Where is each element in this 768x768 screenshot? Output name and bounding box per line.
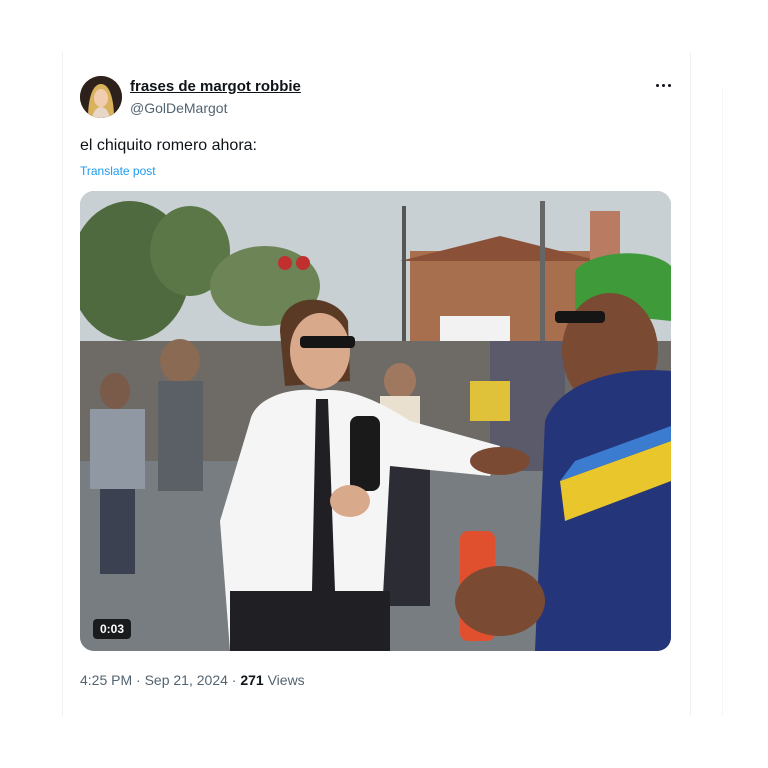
post-text: el chiquito romero ahora: <box>80 137 257 154</box>
views-count: 271 <box>240 672 264 688</box>
user-display-name[interactable]: frases de margot robbie <box>130 78 301 95</box>
post-time[interactable]: 4:25 PM <box>80 672 132 688</box>
video-duration-badge: 0:03 <box>93 619 132 639</box>
frame-divider-right-outer <box>722 86 723 716</box>
meta-separator: · <box>231 672 237 688</box>
video-frame <box>80 191 671 651</box>
views-label: Views <box>267 672 305 688</box>
meta-separator: · <box>136 672 141 688</box>
translate-post-link[interactable]: Translate post <box>80 164 156 178</box>
more-options-button[interactable] <box>652 74 674 96</box>
frame-divider-left <box>62 52 63 716</box>
avatar[interactable] <box>80 76 122 118</box>
post-meta: 4:25 PM · Sep 21, 2024 · 271 Views <box>80 672 305 688</box>
avatar-image <box>80 76 122 118</box>
more-horizontal-icon-dot <box>661 83 665 87</box>
frame-divider-right <box>690 52 691 716</box>
video-player[interactable]: 0:03 <box>80 191 671 651</box>
user-handle[interactable]: @GolDeMargot <box>130 100 227 116</box>
more-horizontal-icon-dot <box>667 83 671 87</box>
post-card: frases de margot robbie @GolDeMargot el … <box>64 58 689 708</box>
more-horizontal-icon <box>655 83 659 87</box>
post-date[interactable]: Sep 21, 2024 <box>145 672 228 688</box>
